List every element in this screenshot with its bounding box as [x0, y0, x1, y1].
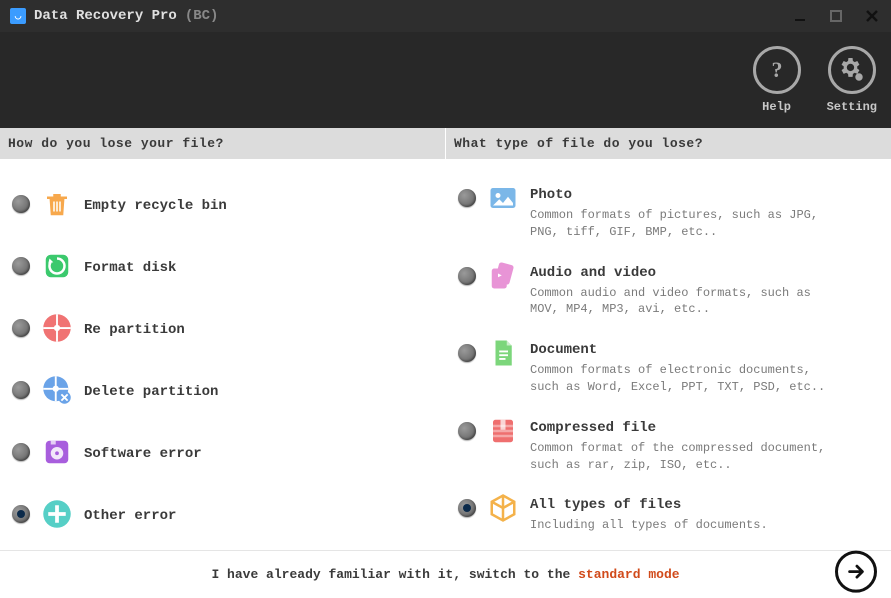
content: How do you lose your file? Empty recycle… — [0, 128, 891, 551]
next-button[interactable] — [835, 550, 877, 592]
all-icon — [488, 493, 518, 523]
option-title: Audio and video — [530, 265, 840, 281]
toolbar: ? Help Setting — [0, 32, 891, 128]
right-option-document[interactable]: Document Common formats of electronic doc… — [454, 328, 883, 406]
option-description: Common audio and video formats, such as … — [530, 285, 840, 319]
media-icon — [488, 261, 518, 291]
option-text: Audio and video Common audio and video fo… — [530, 261, 840, 319]
option-title: Software error — [84, 446, 202, 462]
footer-text-before: I have already familiar with it, switch … — [211, 567, 578, 582]
partition-icon — [42, 313, 72, 343]
right-option-media[interactable]: Audio and video Common audio and video fo… — [454, 251, 883, 329]
left-option-software[interactable]: Software error — [8, 421, 437, 483]
radio[interactable] — [12, 319, 30, 337]
left-option-del-partition[interactable]: Delete partition — [8, 359, 437, 421]
option-description: Including all types of documents. — [530, 517, 768, 534]
format-icon — [42, 251, 72, 281]
help-icon: ? — [753, 46, 801, 94]
right-option-all[interactable]: All types of files Including all types of… — [454, 483, 883, 544]
window-controls — [791, 7, 881, 25]
standard-mode-link[interactable]: standard mode — [578, 567, 679, 582]
titlebar: ◡ Data Recovery Pro (BC) — [0, 0, 891, 32]
app-title: Data Recovery Pro — [34, 8, 177, 24]
arrow-right-icon — [845, 560, 867, 582]
radio[interactable] — [12, 257, 30, 275]
option-text: Software error — [84, 442, 202, 462]
left-option-partition[interactable]: Re partition — [8, 297, 437, 359]
option-text: All types of files Including all types of… — [530, 493, 768, 534]
option-title: Photo — [530, 187, 840, 203]
option-description: Common format of the compressed document… — [530, 440, 840, 474]
option-text: Document Common formats of electronic doc… — [530, 338, 840, 396]
left-options: Empty recycle bin Format disk Re partition… — [0, 159, 445, 559]
option-description: Common formats of pictures, such as JPG,… — [530, 207, 840, 241]
option-title: Re partition — [84, 322, 185, 338]
radio[interactable] — [458, 267, 476, 285]
other-icon — [42, 499, 72, 529]
option-text: Photo Common formats of pictures, such as… — [530, 183, 840, 241]
right-options: Photo Common formats of pictures, such as… — [446, 159, 891, 558]
photo-icon — [488, 183, 518, 213]
svg-text:?: ? — [771, 58, 782, 82]
option-title: Other error — [84, 508, 176, 524]
option-title: Empty recycle bin — [84, 198, 227, 214]
left-option-format[interactable]: Format disk — [8, 235, 437, 297]
trash-icon — [42, 189, 72, 219]
app-icon: ◡ — [10, 8, 26, 24]
option-description: Common formats of electronic documents, … — [530, 362, 840, 396]
gear-icon — [828, 46, 876, 94]
option-title: Document — [530, 342, 840, 358]
option-text: Format disk — [84, 256, 176, 276]
radio[interactable] — [458, 422, 476, 440]
right-column-header: What type of file do you lose? — [446, 128, 891, 159]
setting-label: Setting — [827, 100, 877, 114]
right-column: What type of file do you lose? Photo Comm… — [446, 128, 891, 550]
left-option-other[interactable]: Other error — [8, 483, 437, 545]
option-title: All types of files — [530, 497, 768, 513]
radio[interactable] — [12, 505, 30, 523]
radio[interactable] — [458, 344, 476, 362]
option-title: Compressed file — [530, 420, 840, 436]
help-label: Help — [762, 100, 791, 114]
footer-text: I have already familiar with it, switch … — [211, 567, 679, 582]
option-text: Compressed file Common format of the comp… — [530, 416, 840, 474]
radio[interactable] — [458, 499, 476, 517]
option-text: Re partition — [84, 318, 185, 338]
close-button[interactable] — [863, 7, 881, 25]
help-button[interactable]: ? Help — [753, 46, 801, 114]
footer: I have already familiar with it, switch … — [0, 551, 891, 598]
del-partition-icon — [42, 375, 72, 405]
radio[interactable] — [458, 189, 476, 207]
option-title: Format disk — [84, 260, 176, 276]
left-option-trash[interactable]: Empty recycle bin — [8, 173, 437, 235]
option-text: Delete partition — [84, 380, 218, 400]
option-text: Other error — [84, 504, 176, 524]
radio[interactable] — [12, 195, 30, 213]
option-text: Empty recycle bin — [84, 194, 227, 214]
radio[interactable] — [12, 443, 30, 461]
app-title-suffix: (BC) — [185, 8, 219, 24]
radio[interactable] — [12, 381, 30, 399]
zip-icon — [488, 416, 518, 446]
minimize-button[interactable] — [791, 7, 809, 25]
document-icon — [488, 338, 518, 368]
left-column: How do you lose your file? Empty recycle… — [0, 128, 446, 550]
setting-button[interactable]: Setting — [827, 46, 877, 114]
left-column-header: How do you lose your file? — [0, 128, 445, 159]
option-title: Delete partition — [84, 384, 218, 400]
maximize-button[interactable] — [827, 7, 845, 25]
software-icon — [42, 437, 72, 467]
right-option-zip[interactable]: Compressed file Common format of the comp… — [454, 406, 883, 484]
right-option-photo[interactable]: Photo Common formats of pictures, such as… — [454, 173, 883, 251]
titlebar-left: ◡ Data Recovery Pro (BC) — [10, 8, 218, 24]
